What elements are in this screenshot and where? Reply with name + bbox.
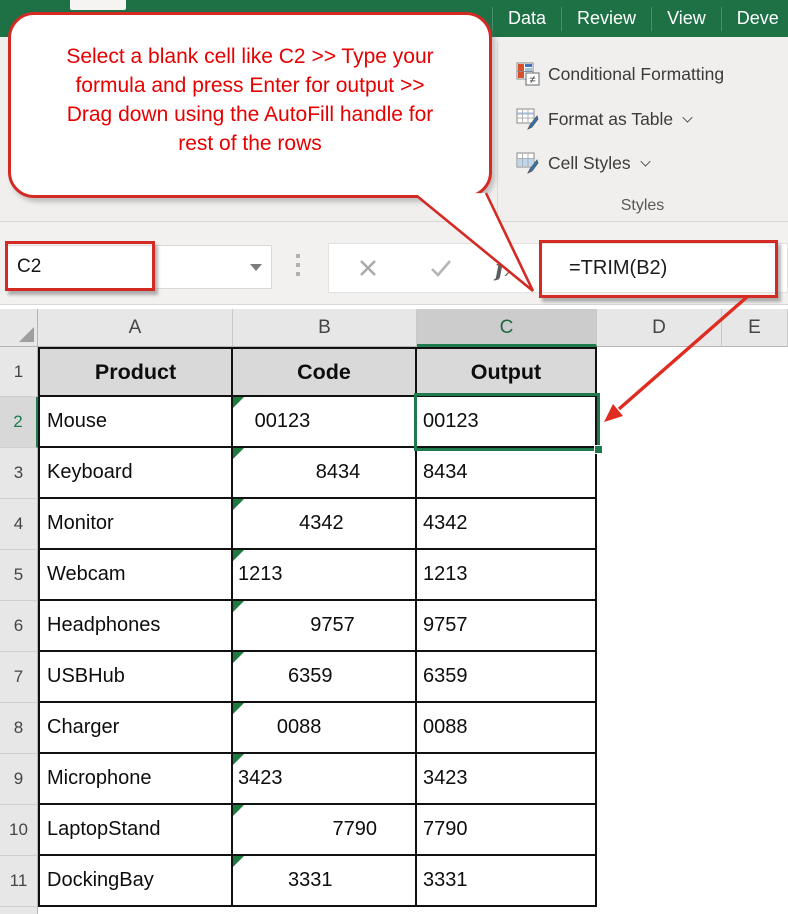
error-flag-icon [233, 397, 244, 408]
cell-B9[interactable]: 3423 [233, 754, 417, 805]
conditional-formatting-button[interactable]: ≠ Conditional Formatting [516, 59, 724, 89]
formula-bar-handle[interactable] [296, 254, 300, 276]
cell-A3[interactable]: Keyboard [38, 448, 233, 499]
cell-C6[interactable]: 9757 [417, 601, 597, 652]
column-header-B[interactable]: B [233, 309, 417, 347]
cell-styles-label: Cell Styles [548, 153, 631, 174]
row-header-8[interactable]: 8 [0, 703, 38, 754]
error-flag-icon [233, 601, 244, 612]
cell-C8[interactable]: 0088 [417, 703, 597, 754]
instruction-callout: Select a blank cell like C2 >> Type your… [8, 12, 492, 198]
formula-input[interactable]: =TRIM(B2) [569, 244, 667, 292]
format-as-table-button[interactable]: Format as Table [516, 104, 692, 134]
cell-C3[interactable]: 8434 [417, 448, 597, 499]
cell-A11[interactable]: DockingBay [38, 856, 233, 907]
cell-A10[interactable]: LaptopStand [38, 805, 233, 856]
cell-A7[interactable]: USBHub [38, 652, 233, 703]
cell-A9[interactable]: Microphone [38, 754, 233, 805]
column-header-D[interactable]: D [597, 309, 722, 347]
error-flag-icon [233, 499, 244, 510]
error-flag-icon [233, 652, 244, 663]
cell-B6[interactable]: 9757 [233, 601, 417, 652]
fill-handle[interactable] [594, 445, 603, 454]
row-header-6[interactable]: 6 [0, 601, 38, 652]
cell-C7[interactable]: 6359 [417, 652, 597, 703]
error-flag-icon [233, 856, 244, 867]
cell-C9[interactable]: 3423 [417, 754, 597, 805]
cell-B3[interactable]: 8434 [233, 448, 417, 499]
not-equal-badge: ≠ [529, 74, 535, 86]
row-header-4[interactable]: 4 [0, 499, 38, 550]
error-flag-icon [233, 550, 244, 561]
format-as-table-icon [516, 107, 540, 131]
formula-bar: C2 fx =TRIM(B2) [0, 222, 788, 305]
cell-B4[interactable]: 4342 [233, 499, 417, 550]
spreadsheet: ABCDE 1ProductCodeOutput 2Mouse 001230012… [0, 305, 788, 914]
name-box-dropdown-icon[interactable] [250, 264, 262, 271]
format-as-table-label: Format as Table [548, 109, 673, 130]
cell-A6[interactable]: Headphones [38, 601, 233, 652]
tab-view[interactable]: View [652, 0, 721, 37]
row-header-11[interactable]: 11 [0, 856, 38, 907]
cell-C1[interactable]: Output [417, 347, 597, 397]
cell-B1[interactable]: Code [233, 347, 417, 397]
chevron-down-icon [640, 156, 650, 166]
conditional-formatting-icon: ≠ [516, 62, 540, 86]
column-header-E[interactable]: E [722, 309, 788, 347]
tab-data[interactable]: Data [493, 0, 561, 37]
row-header-2[interactable]: 2 [0, 397, 38, 448]
formula-text: =TRIM(B2) [569, 257, 667, 279]
name-box-value: C2 [17, 256, 41, 277]
error-flag-icon [233, 703, 244, 714]
cancel-icon[interactable] [357, 257, 379, 279]
name-box[interactable]: C2 [6, 245, 272, 289]
partial-active-tab[interactable] [70, 0, 126, 10]
cell-C5[interactable]: 1213 [417, 550, 597, 601]
row-header-10[interactable]: 10 [0, 805, 38, 856]
cell-B10[interactable]: 7790 [233, 805, 417, 856]
column-headers: ABCDE [0, 309, 788, 347]
select-all-corner[interactable] [0, 309, 38, 347]
column-header-A[interactable]: A [38, 309, 233, 347]
select-all-icon [19, 327, 34, 342]
conditional-formatting-label: Conditional Formatting [548, 64, 724, 85]
error-flag-icon [233, 448, 244, 459]
tab-review[interactable]: Review [562, 0, 651, 37]
callout-text: Select a blank cell like C2 >> Type your… [52, 43, 448, 159]
cell-styles-button[interactable]: Cell Styles [516, 148, 650, 178]
error-flag-icon [233, 754, 244, 765]
chevron-down-icon [683, 112, 693, 122]
cell-C11[interactable]: 3331 [417, 856, 597, 907]
cell-B7[interactable]: 6359 [233, 652, 417, 703]
row-header-1[interactable]: 1 [0, 347, 38, 397]
error-flag-icon [233, 805, 244, 816]
group-separator [497, 42, 498, 217]
cell-A5[interactable]: Webcam [38, 550, 233, 601]
cell-styles-icon [516, 151, 540, 175]
row-header-5[interactable]: 5 [0, 550, 38, 601]
ribbon-tabs: Data Review View Deve [492, 0, 788, 37]
enter-check-icon[interactable] [429, 257, 453, 279]
cell-C4[interactable]: 4342 [417, 499, 597, 550]
cell-B8[interactable]: 0088 [233, 703, 417, 754]
cell-A2[interactable]: Mouse [38, 397, 233, 448]
insert-function-icon[interactable]: fx [495, 255, 519, 282]
row-header-9[interactable]: 9 [0, 754, 38, 805]
row-header-7[interactable]: 7 [0, 652, 38, 703]
cell-C2[interactable]: 00123 [417, 397, 597, 448]
cell-B5[interactable]: 1213 [233, 550, 417, 601]
cell-B11[interactable]: 3331 [233, 856, 417, 907]
column-header-C[interactable]: C [417, 309, 597, 347]
formula-panel: fx =TRIM(B2) [328, 243, 788, 293]
styles-group-label: Styles [497, 197, 788, 215]
cell-A4[interactable]: Monitor [38, 499, 233, 550]
row-header-partial [0, 907, 38, 914]
cell-B2[interactable]: 00123 [233, 397, 417, 448]
cell-A1[interactable]: Product [38, 347, 233, 397]
sheet-grid: 1ProductCodeOutput 2Mouse 0012300123 3Keyb… [0, 347, 597, 914]
row-header-3[interactable]: 3 [0, 448, 38, 499]
cell-A8[interactable]: Charger [38, 703, 233, 754]
tab-developer[interactable]: Deve [722, 0, 788, 37]
cell-C10[interactable]: 7790 [417, 805, 597, 856]
